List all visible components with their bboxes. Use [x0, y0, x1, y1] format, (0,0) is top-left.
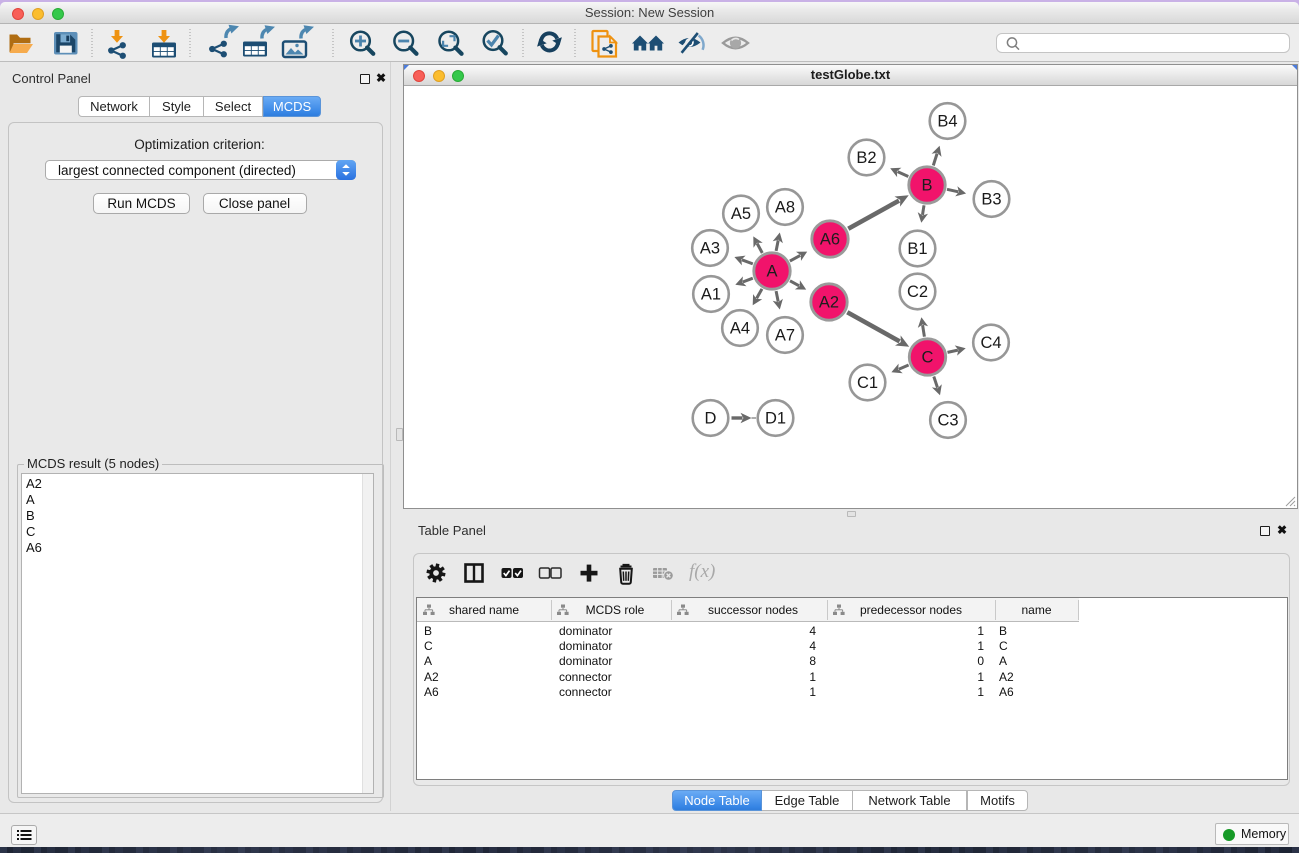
- svg-text:A3: A3: [700, 240, 720, 258]
- svg-text:B2: B2: [856, 149, 876, 167]
- svg-text:A2: A2: [819, 294, 839, 312]
- svg-text:C1: C1: [857, 374, 878, 392]
- svg-text:A: A: [766, 263, 777, 281]
- svg-text:A1: A1: [701, 286, 721, 304]
- svg-text:B: B: [921, 177, 932, 195]
- svg-text:A6: A6: [820, 231, 840, 249]
- svg-text:B3: B3: [981, 191, 1001, 209]
- svg-text:C2: C2: [907, 283, 928, 301]
- svg-text:D: D: [705, 410, 717, 428]
- svg-text:C4: C4: [980, 334, 1001, 352]
- svg-text:C3: C3: [937, 412, 958, 430]
- svg-text:D1: D1: [765, 410, 786, 428]
- svg-text:A8: A8: [775, 199, 795, 217]
- svg-text:B1: B1: [907, 240, 927, 258]
- svg-text:C: C: [922, 349, 934, 367]
- svg-text:A4: A4: [730, 320, 750, 338]
- svg-text:A7: A7: [775, 327, 795, 345]
- svg-text:B4: B4: [937, 113, 957, 131]
- svg-text:A5: A5: [731, 205, 751, 223]
